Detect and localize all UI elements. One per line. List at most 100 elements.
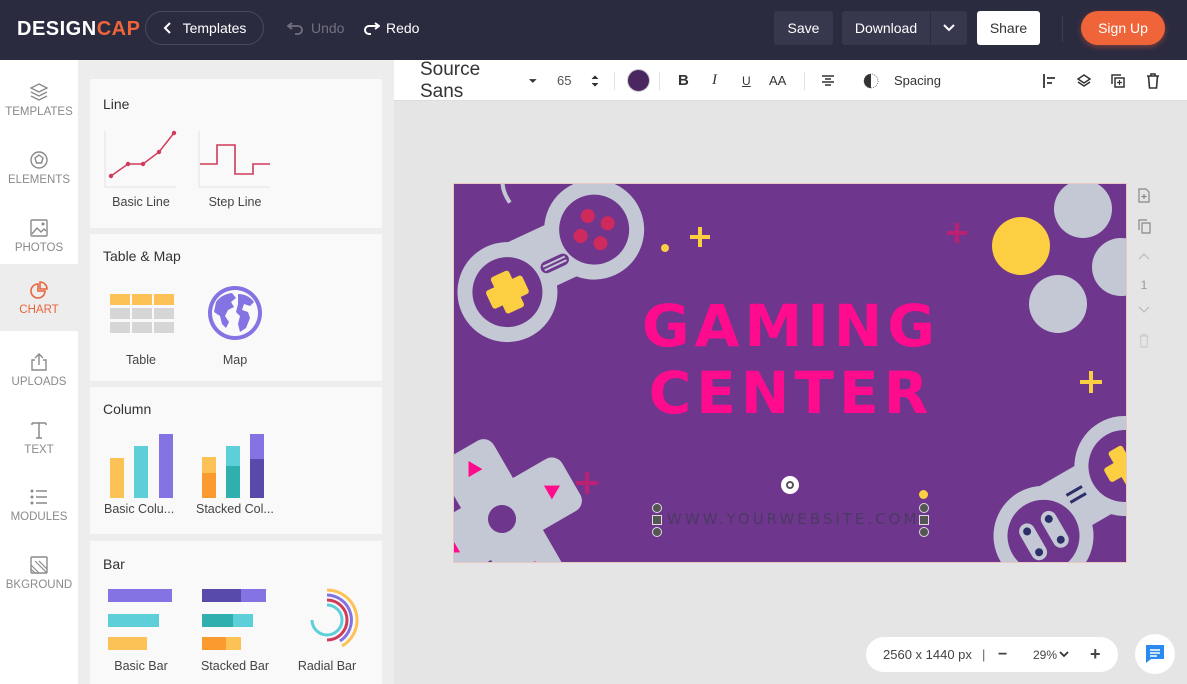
back-to-templates-button[interactable]: Templates bbox=[145, 11, 264, 45]
resize-handle-left[interactable] bbox=[652, 503, 662, 537]
section-table-map: Table & Map Table Map bbox=[90, 234, 382, 381]
section-title: Bar bbox=[103, 556, 125, 572]
rotate-handle[interactable] bbox=[781, 476, 799, 494]
elements-icon bbox=[30, 150, 48, 169]
nav-chart[interactable]: CHART bbox=[0, 264, 78, 331]
bold-button[interactable]: B bbox=[678, 60, 689, 101]
chart-option-radial-bar[interactable]: Radial Bar bbox=[290, 586, 364, 673]
save-button[interactable]: Save bbox=[774, 11, 833, 45]
plus-pink-1 bbox=[947, 223, 967, 243]
chart-option-basic-column[interactable]: Basic Colu... bbox=[104, 432, 178, 516]
chart-option-basic-bar[interactable]: Basic Bar bbox=[104, 586, 178, 673]
chart-option-stacked-column[interactable]: Stacked Col... bbox=[196, 432, 276, 516]
font-family-select[interactable]: Source Sans bbox=[420, 59, 538, 102]
plus-yellow-1 bbox=[690, 227, 710, 247]
undo-button[interactable]: Undo bbox=[287, 20, 344, 36]
chart-option-label: Radial Bar bbox=[297, 659, 357, 673]
font-size-stepper[interactable] bbox=[591, 60, 599, 101]
section-title: Line bbox=[103, 96, 130, 112]
page-down-button[interactable] bbox=[1133, 300, 1155, 320]
zoom-out-button[interactable]: − bbox=[998, 646, 1007, 664]
page-up-button[interactable] bbox=[1133, 246, 1155, 266]
basic-bar-chart-icon bbox=[108, 589, 172, 650]
trash-icon bbox=[1139, 333, 1149, 348]
transparency-button[interactable] bbox=[863, 60, 879, 101]
logo-accent-text: CAP bbox=[96, 18, 141, 40]
resize-handle-right[interactable] bbox=[919, 490, 929, 537]
redo-label: Redo bbox=[386, 20, 420, 36]
page-number: 1 bbox=[1140, 278, 1148, 292]
rotate-icon bbox=[786, 481, 794, 489]
section-line: Line Basic Line Step Line bbox=[90, 79, 382, 228]
color-swatch bbox=[627, 69, 650, 92]
nav-templates[interactable]: TEMPLATES bbox=[0, 66, 78, 133]
add-page-button[interactable] bbox=[1133, 185, 1155, 205]
basic-column-chart-icon bbox=[110, 434, 173, 498]
download-button[interactable]: Download bbox=[842, 11, 930, 45]
zoom-in-button[interactable]: + bbox=[1090, 644, 1101, 665]
title-line-2[interactable]: CENTER bbox=[454, 359, 1126, 427]
download-options-button[interactable] bbox=[931, 11, 967, 45]
radial-bar-chart-icon bbox=[310, 588, 359, 648]
layers-icon bbox=[1076, 73, 1092, 87]
chart-option-label: Basic Colu... bbox=[104, 502, 175, 516]
chart-option-label: Stacked Col... bbox=[196, 502, 274, 516]
chart-option-label: Stacked Bar bbox=[200, 659, 270, 673]
chart-option-stacked-bar[interactable]: Stacked Bar bbox=[198, 586, 272, 673]
chat-icon bbox=[1146, 645, 1164, 663]
italic-button[interactable]: I bbox=[712, 60, 717, 101]
caret-down-icon bbox=[529, 78, 538, 83]
chart-panel: Line Basic Line Step Line Table & Map Ta… bbox=[78, 60, 394, 684]
redo-button[interactable]: Redo bbox=[362, 20, 419, 36]
toolbar-divider bbox=[659, 72, 660, 90]
nav-background[interactable]: BKGROUND bbox=[0, 539, 78, 606]
font-size-input[interactable]: 65 bbox=[557, 60, 571, 101]
chevron-down-icon bbox=[943, 24, 955, 32]
nav-modules[interactable]: MODULES bbox=[0, 471, 78, 538]
share-button[interactable]: Share bbox=[977, 11, 1040, 45]
delete-button[interactable] bbox=[1145, 60, 1161, 101]
chart-option-label: Map bbox=[222, 353, 248, 367]
nav-photos[interactable]: PHOTOS bbox=[0, 202, 78, 269]
chevron-down-icon bbox=[1059, 651, 1069, 658]
toolbar-divider bbox=[614, 72, 615, 90]
plus-pink-2 bbox=[576, 472, 598, 494]
website-url-text[interactable]: WWW.YOURWEBSITE.COM bbox=[667, 510, 917, 528]
logo-text: DESIGN bbox=[17, 18, 97, 40]
chart-option-basic-line[interactable]: Basic Line bbox=[104, 129, 178, 209]
chevron-left-icon bbox=[163, 22, 171, 34]
delete-page-button[interactable] bbox=[1133, 330, 1155, 350]
section-title: Table & Map bbox=[103, 248, 181, 264]
designcap-logo[interactable]: DESIGNCAP bbox=[17, 18, 140, 41]
title-line-1[interactable]: GAMING bbox=[454, 292, 1126, 360]
design-artboard[interactable]: GAMING CENTER WWW.YOURWEBSITE.COM bbox=[453, 183, 1127, 563]
chat-support-button[interactable] bbox=[1135, 634, 1175, 674]
zoom-level-select[interactable]: 29% bbox=[1033, 648, 1069, 662]
sign-up-button[interactable]: Sign Up bbox=[1081, 11, 1165, 45]
top-bar: DESIGNCAP Templates Undo Redo Save Downl… bbox=[0, 0, 1187, 60]
basic-line-chart-icon bbox=[104, 130, 177, 188]
chart-option-label: Step Line bbox=[208, 195, 262, 209]
text-color-picker[interactable] bbox=[627, 60, 650, 101]
canvas-dimensions: 2560 x 1440 px bbox=[883, 647, 972, 662]
text-case-button[interactable]: AA bbox=[769, 60, 786, 101]
nav-text[interactable]: TEXT bbox=[0, 404, 78, 471]
chart-option-table[interactable]: Table bbox=[104, 284, 178, 367]
chart-option-map[interactable]: Map bbox=[198, 284, 272, 367]
spacing-button[interactable]: Spacing bbox=[894, 60, 941, 101]
chart-option-step-line[interactable]: Step Line bbox=[198, 129, 272, 209]
chevron-down-icon bbox=[1138, 306, 1150, 313]
pie-chart-icon bbox=[30, 280, 48, 299]
table-icon bbox=[110, 294, 174, 333]
layers-button[interactable] bbox=[1076, 60, 1092, 101]
underline-button[interactable]: U bbox=[742, 60, 751, 101]
nav-label: CHART bbox=[19, 303, 59, 316]
circle-gray-1 bbox=[1054, 184, 1112, 238]
duplicate-button[interactable] bbox=[1110, 60, 1126, 101]
align-center-button[interactable] bbox=[821, 60, 835, 101]
nav-label: UPLOADS bbox=[11, 375, 67, 388]
nav-uploads[interactable]: UPLOADS bbox=[0, 336, 78, 403]
copy-page-button[interactable] bbox=[1133, 216, 1155, 236]
align-objects-button[interactable] bbox=[1042, 60, 1058, 101]
nav-elements[interactable]: ELEMENTS bbox=[0, 134, 78, 201]
